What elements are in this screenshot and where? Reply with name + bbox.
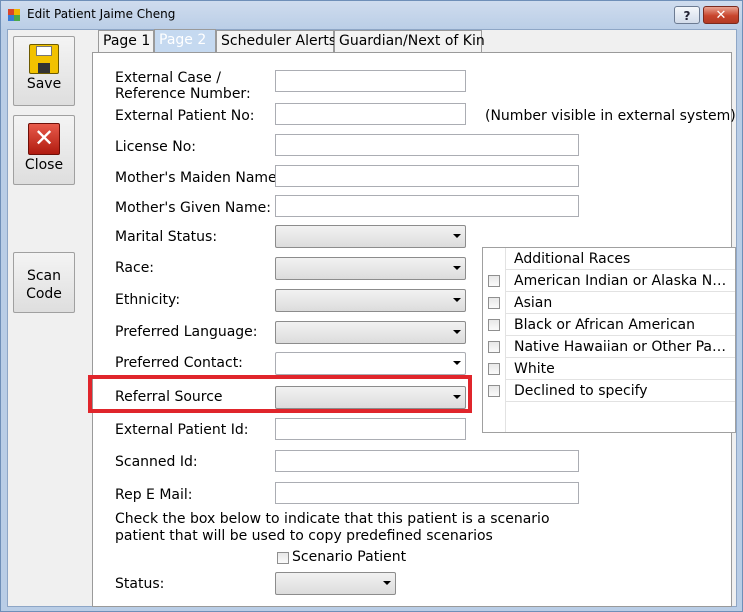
mothers-given-name-field[interactable] [275,195,579,217]
license-no-field[interactable] [275,134,579,156]
mothers-maiden-name-label: Mother's Maiden Name: [115,170,282,186]
rep-email-label: Rep E Mail: [115,487,193,503]
mothers-maiden-name-field[interactable] [275,165,579,187]
scan-code-label-line1: Scan [26,268,62,284]
edit-patient-window: Edit Patient Jaime Cheng ? ✕ Save ✕ Clos… [0,0,743,612]
tab-scheduler-alerts[interactable]: Scheduler Alerts [216,30,336,52]
scenario-note-line2: patient that will be used to copy predef… [115,528,493,544]
chevron-down-icon [453,395,461,399]
preferred-contact-label: Preferred Contact: [115,355,243,371]
scenario-note-line1: Check the box below to indicate that thi… [115,511,550,527]
races-column-divider [505,402,506,432]
tab-page-1[interactable]: Page 1 [98,30,154,52]
race-row-label: Black or African American [505,314,735,336]
preferred-contact-select[interactable] [275,352,466,375]
race-label: Race: [115,260,155,276]
tab-guardian-next-of-kin[interactable]: Guardian/Next of Kin [334,30,485,52]
referral-source-label: Referral Source [115,389,223,405]
scenario-patient-label: Scenario Patient [292,549,407,565]
external-case-label-1: External Case / [115,70,221,86]
chevron-down-icon [453,330,461,334]
external-case-field[interactable] [275,70,466,92]
chevron-down-icon [453,298,461,302]
scanned-id-label: Scanned Id: [115,454,198,470]
race-checkbox[interactable] [488,297,500,309]
license-no-label: License No: [115,139,196,155]
race-row-label: White [505,358,735,380]
floppy-disk-icon [29,44,59,74]
save-button[interactable]: Save [13,36,75,106]
external-patient-id-label: External Patient Id: [115,422,249,438]
preferred-language-label: Preferred Language: [115,324,258,340]
race-row-label: Asian [505,292,735,314]
chevron-down-icon [453,266,461,270]
race-checkbox[interactable] [488,385,500,397]
marital-status-label: Marital Status: [115,229,218,245]
mothers-given-name-label: Mother's Given Name: [115,200,271,216]
race-row-white[interactable]: White [483,358,735,380]
referral-source-select[interactable] [275,386,466,409]
scan-code-label-line2: Code [26,286,62,302]
save-button-label: Save [26,76,62,92]
red-x-icon: ✕ [28,123,60,155]
additional-races-header: Additional Races [505,248,735,270]
page-2-panel: External Case / Reference Number: Extern… [92,52,736,607]
race-row-declined[interactable]: Declined to specify [483,380,735,402]
chevron-down-icon [383,581,391,585]
marital-status-select[interactable] [275,225,466,248]
external-patient-id-field[interactable] [275,418,466,440]
external-patient-no-label: External Patient No: [115,108,255,124]
preferred-language-select[interactable] [275,321,466,344]
title-bar[interactable]: Edit Patient Jaime Cheng ? ✕ [1,1,742,29]
window-close-button[interactable]: ✕ [703,6,739,24]
external-patient-no-field[interactable] [275,103,466,125]
ethnicity-label: Ethnicity: [115,292,181,308]
race-row-label: Native Hawaiian or Other Pac... [505,336,735,358]
close-button[interactable]: ✕ Close [13,115,75,185]
race-row-american-indian[interactable]: American Indian or Alaska Na... [483,270,735,292]
race-row-native-hawaiian[interactable]: Native Hawaiian or Other Pac... [483,336,735,358]
rep-email-field[interactable] [275,482,579,504]
additional-races-list[interactable]: Additional Races American Indian or Alas… [482,247,736,433]
scanned-id-field[interactable] [275,450,579,472]
race-row-label: American Indian or Alaska Na... [505,270,735,292]
help-button[interactable]: ? [674,6,700,24]
chevron-down-icon [453,234,461,238]
race-row-asian[interactable]: Asian [483,292,735,314]
race-checkbox[interactable] [488,275,500,287]
scan-code-button[interactable]: Scan Code [13,252,75,313]
external-case-label-2: Reference Number: [115,86,251,102]
scenario-patient-checkbox[interactable] [277,552,289,564]
external-patient-no-hint: (Number visible in external system) [485,108,736,124]
status-select[interactable] [275,572,396,595]
window-title: Edit Patient Jaime Cheng [27,7,176,21]
app-icon [8,9,20,21]
race-select[interactable] [275,257,466,280]
status-label: Status: [115,576,165,592]
chevron-down-icon [453,361,461,365]
race-row-label: Declined to specify [505,380,735,402]
race-checkbox[interactable] [488,363,500,375]
close-button-label: Close [24,157,64,173]
race-row-black[interactable]: Black or African American [483,314,735,336]
client-area: Save ✕ Close Scan Code Page 1 Page 2 Sch… [7,29,737,607]
ethnicity-select[interactable] [275,289,466,312]
race-checkbox[interactable] [488,341,500,353]
race-checkbox[interactable] [488,319,500,331]
tab-page-2[interactable]: Page 2 [154,29,216,53]
